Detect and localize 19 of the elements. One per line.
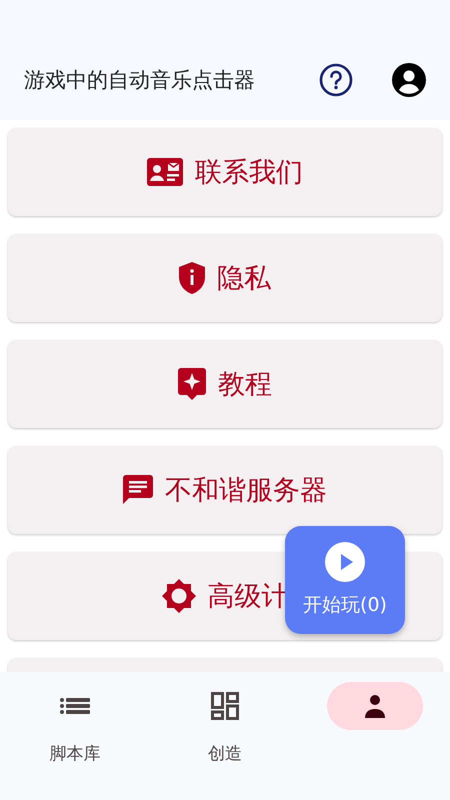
app-title: 游戏中的自动音乐点击器: [24, 67, 256, 94]
help-icon[interactable]: [319, 63, 353, 97]
person-icon: [365, 694, 385, 718]
menu-item-button[interactable]: 不和谐服务器: [123, 472, 327, 508]
grid-icon: [211, 692, 239, 720]
menu-item-button[interactable]: 联系我们: [147, 154, 303, 190]
list-icon: [60, 698, 90, 714]
sun-icon: [162, 579, 196, 613]
play-icon: [325, 542, 365, 582]
sparkle-bubble-icon: [178, 368, 206, 400]
chat-icon: [123, 475, 153, 505]
menu-item-button[interactable]: 隐私: [179, 260, 271, 296]
account-icon[interactable]: [391, 62, 427, 98]
floating-play-button[interactable]: 开始玩(0): [285, 526, 405, 634]
nav-tab[interactable]: 创造: [150, 682, 300, 800]
nav-tab[interactable]: 脚本库: [0, 682, 150, 800]
menu-item-button[interactable]: 教程: [178, 366, 272, 402]
shield-icon: [179, 262, 205, 294]
contact-card-icon: [147, 158, 183, 186]
